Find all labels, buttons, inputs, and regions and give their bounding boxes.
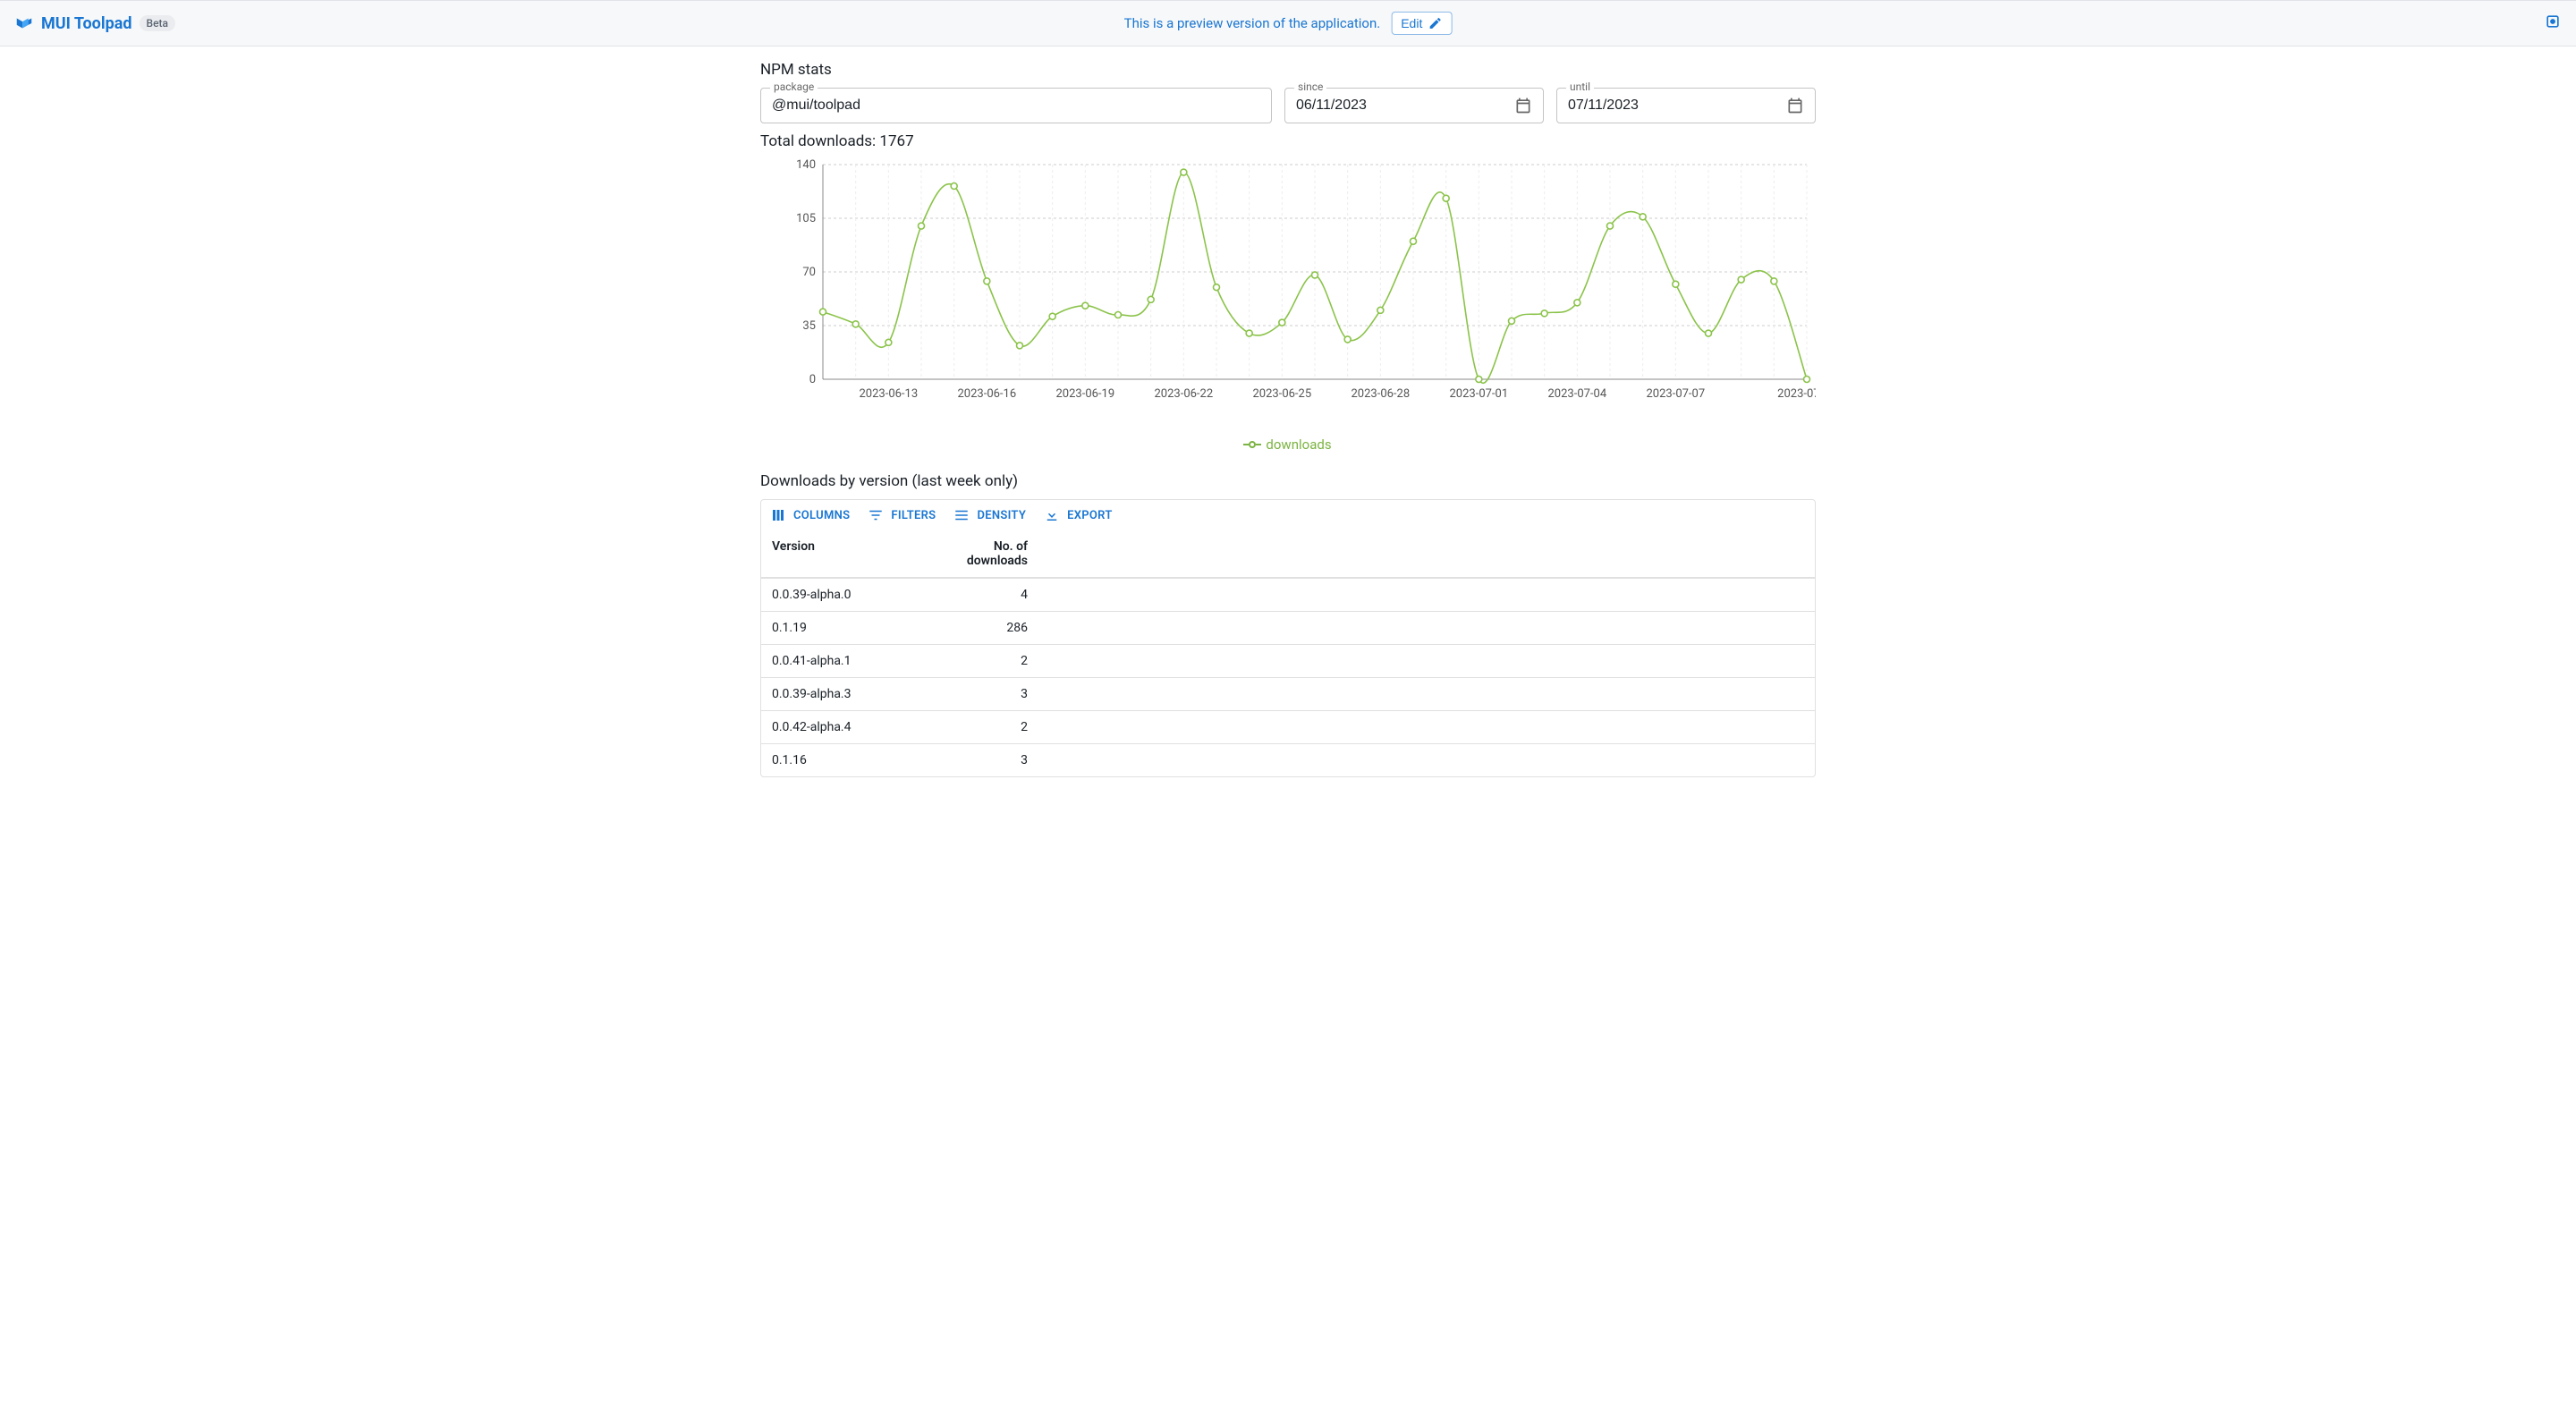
brand: MUI Toolpad Beta xyxy=(14,13,175,33)
svg-text:2023-07-01: 2023-07-01 xyxy=(1450,387,1509,401)
table-row[interactable]: 0.1.19286 xyxy=(761,611,1815,644)
table-row[interactable]: 0.0.39-alpha.04 xyxy=(761,578,1815,611)
brightness-icon[interactable] xyxy=(2544,13,2562,34)
svg-text:0: 0 xyxy=(809,373,816,386)
preview-banner-text: This is a preview version of the applica… xyxy=(1124,15,1381,31)
page-title: NPM stats xyxy=(760,61,1816,79)
cell-downloads: 286 xyxy=(931,612,1038,644)
downloads-chart: 0 35 70 105 140 2023-06-13 2023-06-16 2023-06-1… xyxy=(760,156,1816,424)
package-input[interactable]: package xyxy=(760,88,1272,123)
until-value[interactable] xyxy=(1568,97,1786,114)
cell-version: 0.1.16 xyxy=(761,744,931,776)
brand-title: MUI Toolpad xyxy=(41,14,132,33)
density-button[interactable]: DENSITY xyxy=(953,507,1026,523)
svg-text:2023-06-19: 2023-06-19 xyxy=(1056,387,1115,401)
page-content: NPM stats package since until Total down… xyxy=(760,47,1816,799)
svg-text:2023-06-25: 2023-06-25 xyxy=(1253,387,1312,401)
calendar-icon[interactable] xyxy=(1514,97,1532,114)
density-icon xyxy=(953,507,970,523)
cell-version: 0.0.42-alpha.4 xyxy=(761,711,931,743)
table-row[interactable]: 0.0.41-alpha.12 xyxy=(761,644,1815,677)
topbar: MUI Toolpad Beta This is a preview versi… xyxy=(0,0,2576,47)
svg-text:2023-06-22: 2023-06-22 xyxy=(1155,387,1214,401)
svg-text:2023-06-13: 2023-06-13 xyxy=(860,387,919,401)
svg-text:140: 140 xyxy=(796,158,816,172)
edit-button-label: Edit xyxy=(1401,16,1422,30)
until-label: until xyxy=(1566,81,1594,93)
cell-version: 0.1.19 xyxy=(761,612,931,644)
columns-button[interactable]: COLUMNS xyxy=(770,507,850,523)
total-downloads: Total downloads: 1767 xyxy=(760,132,1816,150)
chart-legend: downloads xyxy=(760,437,1816,453)
download-icon xyxy=(1044,507,1060,523)
grid-body: 0.0.39-alpha.040.1.192860.0.41-alpha.120… xyxy=(761,578,1815,776)
legend-marker-icon xyxy=(1244,441,1260,448)
svg-text:35: 35 xyxy=(802,319,816,333)
beta-badge: Beta xyxy=(140,15,175,31)
cell-version: 0.0.39-alpha.3 xyxy=(761,678,931,710)
brand-logo-icon xyxy=(14,13,34,33)
cell-downloads: 2 xyxy=(931,645,1038,677)
cell-downloads: 3 xyxy=(931,678,1038,710)
calendar-icon[interactable] xyxy=(1786,97,1804,114)
package-input-value[interactable] xyxy=(772,97,1260,114)
grid-toolbar: COLUMNS FILTERS DENSITY EXPORT xyxy=(761,500,1815,530)
cell-version: 0.0.41-alpha.1 xyxy=(761,645,931,677)
legend-label: downloads xyxy=(1266,437,1331,453)
cell-downloads: 4 xyxy=(931,579,1038,611)
versions-title: Downloads by version (last week only) xyxy=(760,472,1816,490)
svg-text:70: 70 xyxy=(802,266,816,279)
cell-downloads: 2 xyxy=(931,711,1038,743)
svg-text:2023-06-16: 2023-06-16 xyxy=(958,387,1017,401)
table-row[interactable]: 0.0.39-alpha.33 xyxy=(761,677,1815,710)
cell-version: 0.0.39-alpha.0 xyxy=(761,579,931,611)
col-downloads[interactable]: No. of downloads xyxy=(931,530,1038,577)
columns-icon xyxy=(770,507,786,523)
col-version[interactable]: Version xyxy=(761,530,931,577)
svg-text:2023-07-07: 2023-07-07 xyxy=(1647,387,1706,401)
pencil-icon xyxy=(1428,16,1442,30)
svg-text:105: 105 xyxy=(796,212,816,225)
versions-grid: COLUMNS FILTERS DENSITY EXPORT Version N… xyxy=(760,499,1816,777)
topbar-right xyxy=(2544,13,2562,34)
topbar-center: This is a preview version of the applica… xyxy=(1124,12,1453,35)
package-input-label: package xyxy=(770,81,818,93)
until-date-input[interactable]: until xyxy=(1556,88,1816,123)
export-button[interactable]: EXPORT xyxy=(1044,507,1113,523)
cell-downloads: 3 xyxy=(931,744,1038,776)
table-row[interactable]: 0.0.42-alpha.42 xyxy=(761,710,1815,743)
since-date-input[interactable]: since xyxy=(1284,88,1544,123)
since-value[interactable] xyxy=(1296,97,1514,114)
filters-button[interactable]: FILTERS xyxy=(868,507,936,523)
svg-text:2023-06-28: 2023-06-28 xyxy=(1352,387,1411,401)
since-label: since xyxy=(1294,81,1326,93)
grid-header: Version No. of downloads xyxy=(761,530,1815,578)
filters-row: package since until xyxy=(760,88,1816,123)
svg-text:2023-07-04: 2023-07-04 xyxy=(1548,387,1607,401)
table-row[interactable]: 0.1.163 xyxy=(761,743,1815,776)
filter-icon xyxy=(868,507,884,523)
edit-button[interactable]: Edit xyxy=(1391,12,1452,35)
svg-text:2023-07-11: 2023-07-11 xyxy=(1777,387,1816,401)
